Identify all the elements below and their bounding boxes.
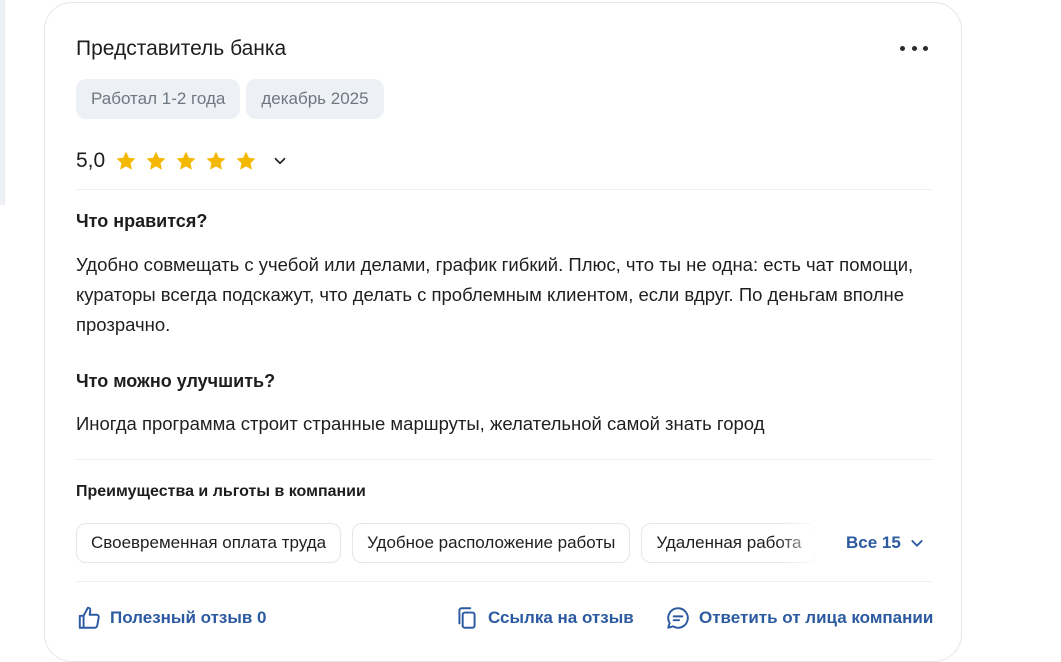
- improve-heading: Что можно улучшить?: [76, 371, 276, 391]
- star-icon: [236, 151, 256, 170]
- copy-link-icon: [458, 607, 476, 629]
- left-panel-edge: [0, 0, 5, 205]
- review-tags: Работал 1-2 года декабрь 2025: [76, 79, 384, 119]
- helpful-button[interactable]: Полезный отзыв 0: [76, 605, 267, 631]
- more-options-button[interactable]: [900, 39, 928, 57]
- likes-text: Удобно совмещать с учебой или делами, гр…: [76, 254, 914, 335]
- copy-link-button[interactable]: Ссылка на отзыв: [454, 605, 634, 631]
- chevron-down-icon[interactable]: [271, 152, 289, 170]
- more-icon: [900, 45, 905, 51]
- show-all-label: Все 15: [846, 533, 901, 552]
- rating-row: 5,0: [76, 149, 289, 173]
- improve-text: Иногда программа строит странные маршрут…: [76, 413, 765, 434]
- star-icon: [146, 151, 166, 170]
- star-icon: [206, 151, 226, 170]
- reply-label: Ответить от лица компании: [699, 608, 934, 627]
- review-card: Представитель банка Работал 1-2 года дек…: [44, 2, 962, 662]
- helpful-label: Полезный отзыв 0: [110, 608, 267, 627]
- star-icon: [176, 151, 196, 170]
- divider: [76, 581, 932, 582]
- likes-heading: Что нравится?: [76, 211, 208, 231]
- thumbs-up-icon: [78, 606, 100, 629]
- tag-experience: Работал 1-2 года: [76, 79, 241, 119]
- perks-fade: [776, 523, 826, 563]
- rating-stars: [115, 150, 257, 172]
- chevron-down-icon: [911, 540, 923, 547]
- review-title: Представитель банка: [76, 37, 287, 60]
- review-actions: Полезный отзыв 0 Ссылка на отзыв Ответит…: [76, 605, 933, 635]
- star-icon: [116, 151, 136, 170]
- perk-chip: Своевременная оплата труда: [76, 523, 342, 563]
- reply-icon: [667, 607, 689, 629]
- perks-heading: Преимущества и льготы в компании: [76, 483, 366, 500]
- rating-value: 5,0: [76, 149, 106, 172]
- reply-as-company-button[interactable]: Ответить от лица компании: [665, 605, 933, 631]
- perk-chip: Удобное расположение работы: [352, 523, 631, 563]
- divider: [76, 189, 932, 190]
- tag-date: декабрь 2025: [246, 79, 384, 119]
- show-all-perks-button[interactable]: Все 15: [846, 533, 925, 553]
- copy-link-label: Ссылка на отзыв: [488, 608, 634, 627]
- divider: [76, 459, 932, 460]
- perks-list: Своевременная оплата труда Удобное распо…: [76, 523, 816, 563]
